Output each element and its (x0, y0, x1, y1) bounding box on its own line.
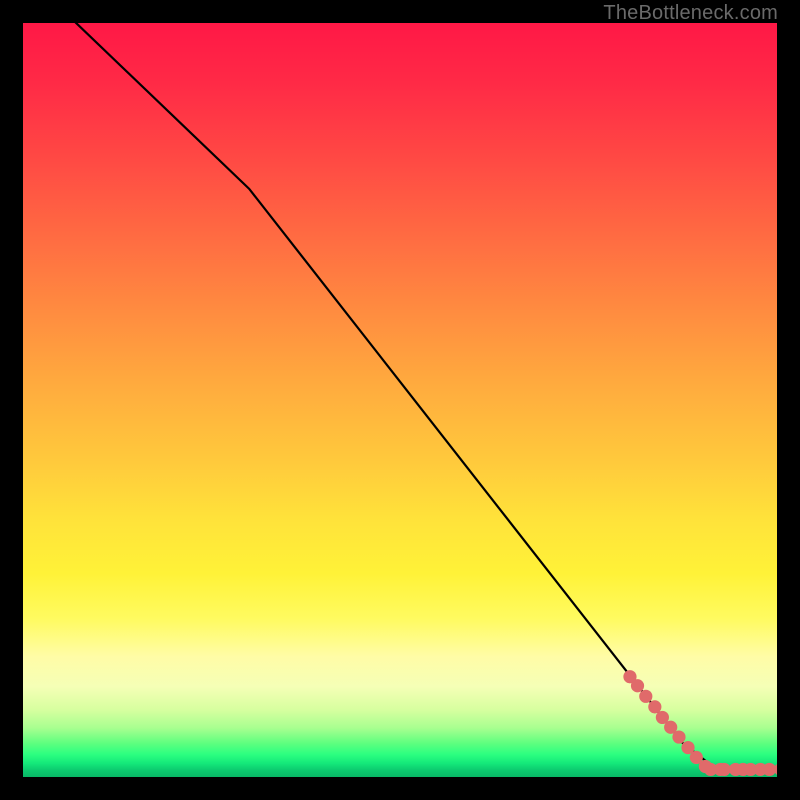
marker-point (648, 700, 661, 713)
curve-line (68, 23, 777, 769)
chart-svg (23, 23, 777, 777)
marker-point (631, 679, 644, 692)
curve-path (68, 23, 777, 769)
marker-point (774, 763, 777, 776)
marker-point (763, 763, 776, 776)
watermark-text: TheBottleneck.com (603, 2, 778, 25)
marker-point (672, 730, 685, 743)
scatter-markers (623, 670, 777, 776)
chart-area (23, 23, 777, 777)
marker-point (718, 763, 731, 776)
marker-point (639, 690, 652, 703)
